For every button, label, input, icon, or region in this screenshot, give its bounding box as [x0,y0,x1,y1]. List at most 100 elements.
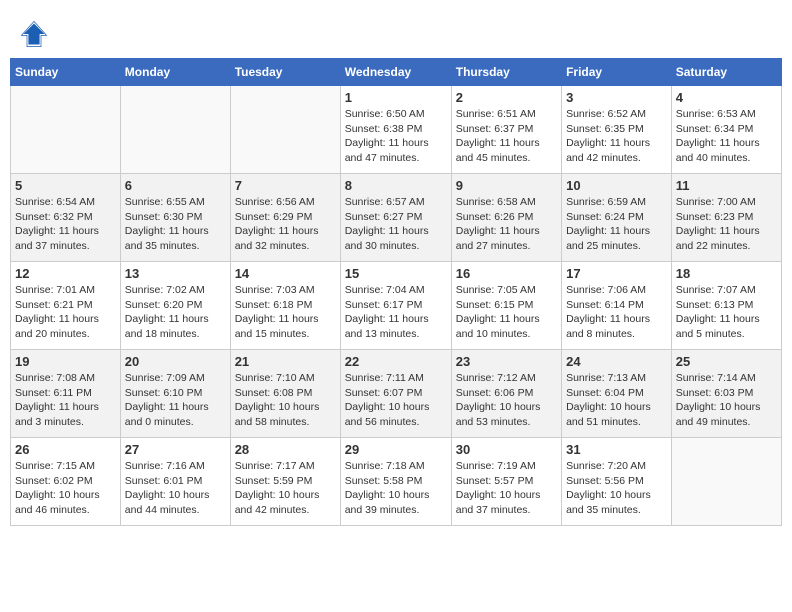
day-number: 1 [345,90,447,105]
calendar-day-cell: 28 Sunrise: 7:17 AM Sunset: 5:59 PM Dayli… [230,438,340,526]
day-info: Sunrise: 7:05 AM Sunset: 6:15 PM Dayligh… [456,283,557,342]
calendar-day-cell: 23Sunrise: 7:12 AM Sunset: 6:06 PM Dayli… [451,350,561,438]
header [10,10,782,53]
day-info: Sunrise: 7:20 AM Sunset: 5:56 PM Dayligh… [566,459,667,518]
day-info: Sunrise: 7:16 AM Sunset: 6:01 PM Dayligh… [125,459,226,518]
weekday-header-tuesday: Tuesday [230,59,340,86]
day-info: Sunrise: 7:14 AM Sunset: 6:03 PM Dayligh… [676,371,777,430]
day-info: Sunrise: 7:07 AM Sunset: 6:13 PM Dayligh… [676,283,777,342]
day-info: Sunrise: 6:55 AM Sunset: 6:30 PM Dayligh… [125,195,226,254]
calendar-day-cell: 12 Sunrise: 7:01 AM Sunset: 6:21 PM Dayli… [11,262,121,350]
calendar-day-cell: 30 Sunrise: 7:19 AM Sunset: 5:57 PM Dayli… [451,438,561,526]
day-number: 28 [235,442,336,457]
day-number: 9 [456,178,557,193]
day-info: Sunrise: 7:01 AM Sunset: 6:21 PM Dayligh… [15,283,116,342]
calendar-day-cell: 19 Sunrise: 7:08 AM Sunset: 6:11 PM Dayli… [11,350,121,438]
day-info: Sunrise: 7:03 AM Sunset: 6:18 PM Dayligh… [235,283,336,342]
day-number: 24 [566,354,667,369]
calendar-week-row: 26 Sunrise: 7:15 AM Sunset: 6:02 PM Dayli… [11,438,782,526]
calendar-day-cell [230,86,340,174]
calendar-day-cell: 24 Sunrise: 7:13 AM Sunset: 6:04 PM Dayli… [562,350,672,438]
day-info: Sunrise: 7:11 AM Sunset: 6:07 PM Dayligh… [345,371,447,430]
day-number: 31 [566,442,667,457]
day-number: 15 [345,266,447,281]
weekday-header-friday: Friday [562,59,672,86]
day-info: Sunrise: 7:18 AM Sunset: 5:58 PM Dayligh… [345,459,447,518]
calendar-day-cell: 20 Sunrise: 7:09 AM Sunset: 6:10 PM Dayli… [120,350,230,438]
day-number: 13 [125,266,226,281]
day-number: 4 [676,90,777,105]
calendar-day-cell: 6 Sunrise: 6:55 AM Sunset: 6:30 PM Daylig… [120,174,230,262]
day-number: 14 [235,266,336,281]
calendar-day-cell: 27 Sunrise: 7:16 AM Sunset: 6:01 PM Dayli… [120,438,230,526]
calendar-day-cell: 26 Sunrise: 7:15 AM Sunset: 6:02 PM Dayli… [11,438,121,526]
day-number: 3 [566,90,667,105]
calendar-day-cell: 5 Sunrise: 6:54 AM Sunset: 6:32 PM Daylig… [11,174,121,262]
day-info: Sunrise: 7:00 AM Sunset: 6:23 PM Dayligh… [676,195,777,254]
day-number: 22 [345,354,447,369]
weekday-header-saturday: Saturday [671,59,781,86]
day-number: 2 [456,90,557,105]
day-info: Sunrise: 7:06 AM Sunset: 6:14 PM Dayligh… [566,283,667,342]
day-info: Sunrise: 7:12 AM Sunset: 6:06 PM Dayligh… [456,371,557,430]
weekday-header-thursday: Thursday [451,59,561,86]
day-info: Sunrise: 6:50 AM Sunset: 6:38 PM Dayligh… [345,107,447,166]
day-number: 20 [125,354,226,369]
calendar-day-cell: 21Sunrise: 7:10 AM Sunset: 6:08 PM Dayli… [230,350,340,438]
day-number: 29 [345,442,447,457]
day-number: 16 [456,266,557,281]
day-info: Sunrise: 6:56 AM Sunset: 6:29 PM Dayligh… [235,195,336,254]
weekday-header-row: SundayMondayTuesdayWednesdayThursdayFrid… [11,59,782,86]
calendar-day-cell: 15 Sunrise: 7:04 AM Sunset: 6:17 PM Dayli… [340,262,451,350]
day-info: Sunrise: 6:58 AM Sunset: 6:26 PM Dayligh… [456,195,557,254]
day-number: 21 [235,354,336,369]
day-number: 30 [456,442,557,457]
calendar-day-cell: 29 Sunrise: 7:18 AM Sunset: 5:58 PM Dayli… [340,438,451,526]
calendar-table: SundayMondayTuesdayWednesdayThursdayFrid… [10,58,782,526]
day-number: 11 [676,178,777,193]
calendar-day-cell: 31 Sunrise: 7:20 AM Sunset: 5:56 PM Dayli… [562,438,672,526]
day-number: 12 [15,266,116,281]
calendar-week-row: 12 Sunrise: 7:01 AM Sunset: 6:21 PM Dayli… [11,262,782,350]
day-number: 6 [125,178,226,193]
calendar-day-cell: 9 Sunrise: 6:58 AM Sunset: 6:26 PM Daylig… [451,174,561,262]
calendar-day-cell: 2 Sunrise: 6:51 AM Sunset: 6:37 PM Daylig… [451,86,561,174]
day-number: 7 [235,178,336,193]
day-info: Sunrise: 7:17 AM Sunset: 5:59 PM Dayligh… [235,459,336,518]
day-info: Sunrise: 7:04 AM Sunset: 6:17 PM Dayligh… [345,283,447,342]
calendar-day-cell: 13 Sunrise: 7:02 AM Sunset: 6:20 PM Dayli… [120,262,230,350]
day-number: 18 [676,266,777,281]
weekday-header-wednesday: Wednesday [340,59,451,86]
calendar-day-cell: 11 Sunrise: 7:00 AM Sunset: 6:23 PM Dayli… [671,174,781,262]
logo-icon [20,20,48,48]
calendar-day-cell: 25Sunrise: 7:14 AM Sunset: 6:03 PM Dayli… [671,350,781,438]
day-info: Sunrise: 6:54 AM Sunset: 6:32 PM Dayligh… [15,195,116,254]
calendar-day-cell: 17 Sunrise: 7:06 AM Sunset: 6:14 PM Dayli… [562,262,672,350]
day-info: Sunrise: 6:57 AM Sunset: 6:27 PM Dayligh… [345,195,447,254]
day-info: Sunrise: 7:19 AM Sunset: 5:57 PM Dayligh… [456,459,557,518]
day-info: Sunrise: 7:13 AM Sunset: 6:04 PM Dayligh… [566,371,667,430]
calendar-week-row: 5 Sunrise: 6:54 AM Sunset: 6:32 PM Daylig… [11,174,782,262]
day-info: Sunrise: 6:59 AM Sunset: 6:24 PM Dayligh… [566,195,667,254]
calendar-week-row: 19 Sunrise: 7:08 AM Sunset: 6:11 PM Dayli… [11,350,782,438]
day-info: Sunrise: 7:02 AM Sunset: 6:20 PM Dayligh… [125,283,226,342]
day-number: 17 [566,266,667,281]
calendar-week-row: 1 Sunrise: 6:50 AM Sunset: 6:38 PM Daylig… [11,86,782,174]
calendar-day-cell [11,86,121,174]
calendar-day-cell: 10Sunrise: 6:59 AM Sunset: 6:24 PM Dayli… [562,174,672,262]
day-number: 27 [125,442,226,457]
day-info: Sunrise: 6:52 AM Sunset: 6:35 PM Dayligh… [566,107,667,166]
day-number: 5 [15,178,116,193]
calendar-day-cell: 7 Sunrise: 6:56 AM Sunset: 6:29 PM Daylig… [230,174,340,262]
day-number: 19 [15,354,116,369]
day-info: Sunrise: 7:09 AM Sunset: 6:10 PM Dayligh… [125,371,226,430]
day-info: Sunrise: 7:15 AM Sunset: 6:02 PM Dayligh… [15,459,116,518]
calendar-day-cell: 18 Sunrise: 7:07 AM Sunset: 6:13 PM Dayli… [671,262,781,350]
day-number: 26 [15,442,116,457]
calendar-day-cell [120,86,230,174]
day-info: Sunrise: 7:08 AM Sunset: 6:11 PM Dayligh… [15,371,116,430]
day-info: Sunrise: 6:51 AM Sunset: 6:37 PM Dayligh… [456,107,557,166]
calendar-day-cell: 14 Sunrise: 7:03 AM Sunset: 6:18 PM Dayli… [230,262,340,350]
day-number: 8 [345,178,447,193]
weekday-header-monday: Monday [120,59,230,86]
